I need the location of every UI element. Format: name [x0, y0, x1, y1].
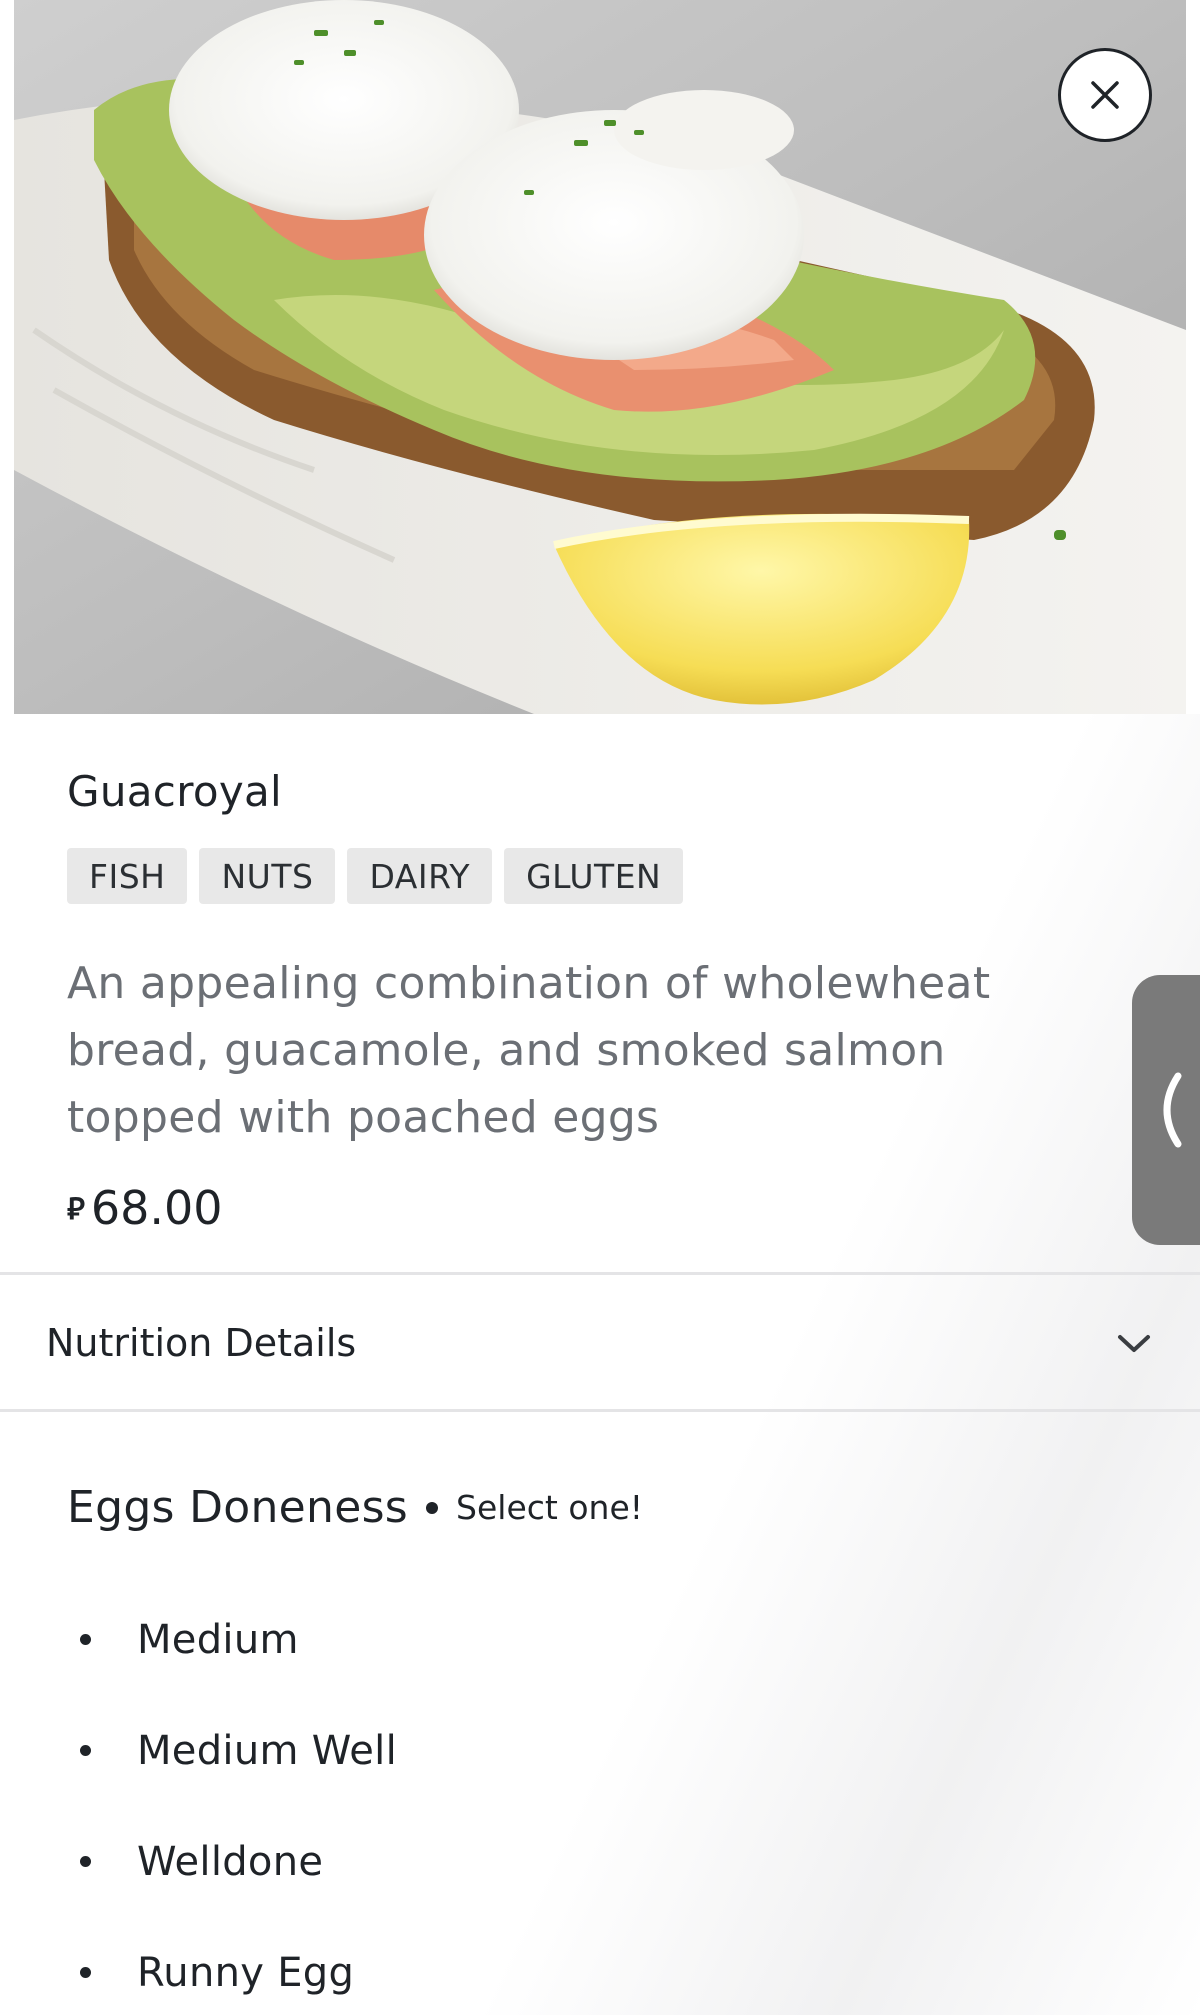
allergen-tag: GLUTEN	[504, 848, 684, 904]
product-details: Guacroyal FISH NUTS DAIRY GLUTEN An appe…	[0, 714, 1200, 2015]
option-item[interactable]: Medium	[0, 1584, 1200, 1695]
allergen-tag: NUTS	[199, 848, 336, 904]
option-item[interactable]: Runny Egg	[0, 1917, 1200, 2015]
divider	[0, 1272, 1200, 1275]
option-group-hint: Select one!	[456, 1488, 643, 1527]
side-panel-tab[interactable]	[1132, 975, 1200, 1245]
currency-symbol: ⃁	[67, 1191, 85, 1227]
price-value: 68.00	[90, 1181, 223, 1235]
close-button[interactable]	[1058, 48, 1152, 142]
product-title: Guacroyal	[67, 767, 282, 816]
option-group-header: Eggs Doneness Select one!	[67, 1482, 643, 1533]
bullet	[80, 1967, 91, 1978]
divider	[0, 1409, 1200, 1412]
chevron-left-icon	[1163, 1072, 1182, 1148]
nutrition-details-label: Nutrition Details	[46, 1320, 357, 1365]
product-photo	[14, 0, 1186, 714]
allergen-tags: FISH NUTS DAIRY GLUTEN	[67, 848, 684, 904]
nutrition-details-toggle[interactable]: Nutrition Details	[0, 1276, 1200, 1409]
option-label: Welldone	[137, 1838, 324, 1885]
product-description: An appealing combination of wholewheat b…	[67, 958, 991, 1143]
bullet	[80, 1634, 91, 1645]
close-icon	[1091, 81, 1119, 109]
option-list: Medium Medium Well Welldone Runny Egg	[0, 1584, 1200, 2015]
option-group-title: Eggs Doneness	[67, 1482, 409, 1533]
option-item[interactable]: Medium Well	[0, 1695, 1200, 1806]
option-label: Medium	[137, 1616, 299, 1663]
allergen-tag: DAIRY	[347, 848, 493, 904]
allergen-tag: FISH	[67, 848, 188, 904]
chevron-down-icon	[1118, 1334, 1150, 1352]
product-price: ⃁ 68.00	[67, 1181, 223, 1235]
option-item[interactable]: Welldone	[0, 1806, 1200, 1917]
separator-dot	[426, 1501, 439, 1514]
option-label: Runny Egg	[137, 1949, 355, 1996]
bullet	[80, 1745, 91, 1756]
option-label: Medium Well	[137, 1727, 397, 1774]
bullet	[80, 1856, 91, 1867]
